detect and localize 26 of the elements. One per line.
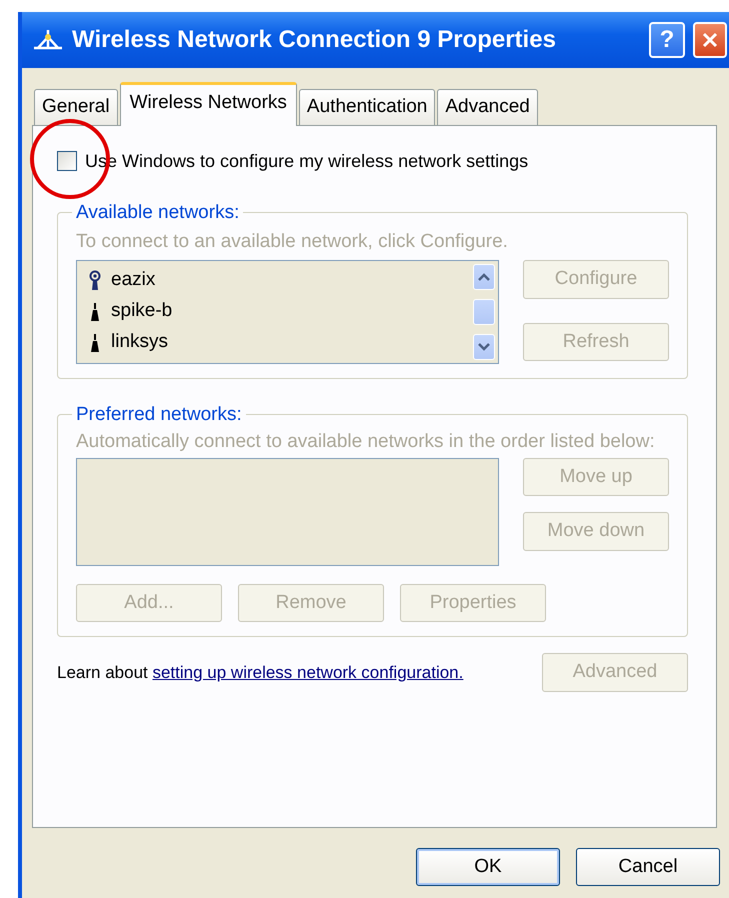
tab[interactable]: General [34,89,118,124]
tab[interactable]: Wireless Networks [120,82,297,126]
group-title: Available networks: [75,202,240,222]
chevron-up-icon [478,273,490,281]
tab[interactable]: Authentication [298,89,436,124]
close-icon [702,32,718,48]
hint-text: To connect to an available network, click Configure. [76,230,509,254]
network-name[interactable]: linksys [111,328,168,357]
hint-text: Automatically connect to available networks in the order listed below: [76,430,656,454]
button[interactable]: Cancel [576,848,720,886]
window-title: Wireless Network Connection 9 Properties [72,25,556,55]
network-name[interactable]: eazix [111,266,156,295]
scroll-down-button[interactable] [473,334,495,360]
close-button[interactable] [693,22,727,58]
network-icon [32,29,64,51]
help-link[interactable]: setting up wireless network configuration. [152,662,464,682]
network-name[interactable]: spike-b [111,297,172,326]
chevron-down-icon [478,343,490,351]
signal-tower-icon [87,270,103,292]
group-title: Preferred networks: [75,405,243,424]
learn-text: Learn about setting up wireless network configuration. [57,662,464,684]
tab[interactable]: Advanced [437,89,538,124]
checkbox[interactable] [57,151,77,171]
button[interactable]: OK [416,848,560,886]
scroll-up-button[interactable] [473,264,495,290]
scrollbar-thumb[interactable] [473,299,495,325]
